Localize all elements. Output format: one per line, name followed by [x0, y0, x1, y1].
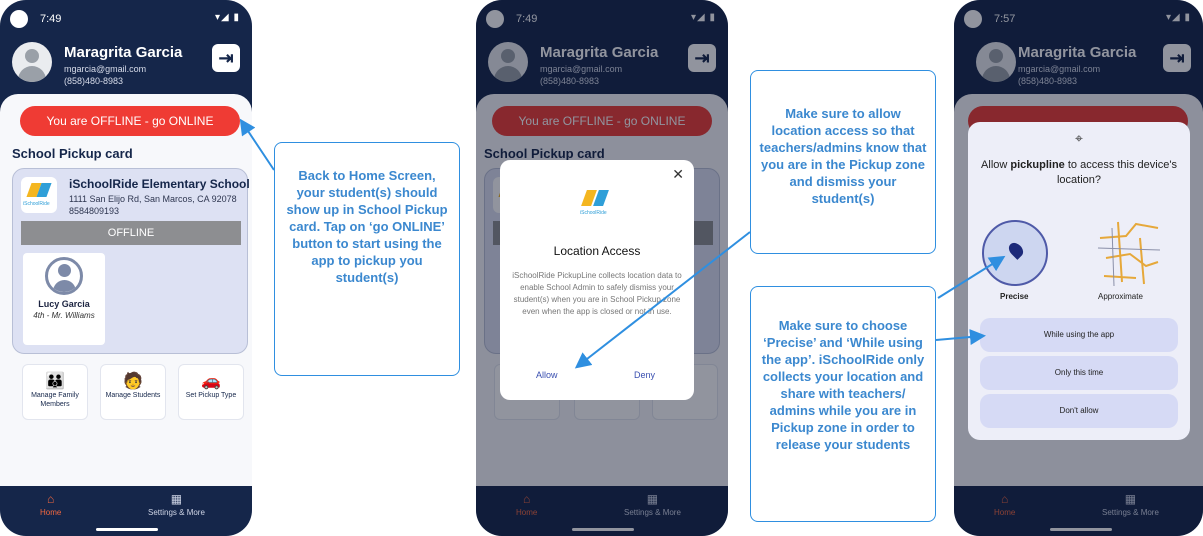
- grid-icon: ▦: [170, 492, 183, 506]
- dialog-body: iSchoolRide PickupLine collects location…: [512, 271, 682, 316]
- deny-button[interactable]: Deny: [634, 370, 655, 380]
- user-email: mgarcia@gmail.com: [64, 64, 147, 74]
- student-grade: 4th - Mr. Williams: [33, 311, 95, 320]
- school-name: iSchoolRide Elementary School: [69, 177, 250, 191]
- student-avatar: [45, 257, 83, 295]
- permission-question: Allow pickupline to access this device's…: [981, 159, 1177, 186]
- gesture-bar: [96, 528, 158, 531]
- user-name: Maragrita Garcia: [64, 44, 183, 61]
- app-name: pickupline: [1010, 159, 1065, 171]
- dialog-title: Location Access: [553, 244, 641, 258]
- action-label: Manage Family Members: [31, 392, 79, 408]
- approximate-label: Approximate: [1098, 292, 1143, 301]
- go-online-button[interactable]: You are OFFLINE - go ONLINE: [20, 106, 240, 136]
- manage-students-button[interactable]: 🧑 Manage Students: [100, 364, 166, 420]
- logout-icon[interactable]: ⇥: [212, 44, 240, 72]
- home-icon: ⌂: [47, 492, 55, 506]
- signal-battery-icon: ▾◢ ▮: [215, 12, 240, 23]
- location-permission-dialog: ⌖ Allow pickupline to access this device…: [968, 122, 1190, 440]
- logo-text: iSchoolRide: [580, 210, 607, 216]
- phone-location-dialog: 7:49 ▾◢ ▮ Maragrita Garcia mgarcia@gmail…: [476, 0, 728, 536]
- logo-text: iSchoolRide: [23, 201, 50, 207]
- callout-home-instructions: Back to Home Screen, your student(s) sho…: [274, 142, 460, 376]
- location-pin-icon: ⌖: [1075, 130, 1083, 146]
- close-icon[interactable]: ✕: [672, 166, 684, 183]
- car-icon: 🚗: [201, 373, 221, 390]
- manage-family-button[interactable]: 👪 Manage Family Members: [22, 364, 88, 420]
- phone-home-screen: 7:49 ▾◢ ▮ Maragrita Garcia mgarcia@gmail…: [0, 0, 252, 536]
- camera-icon: [10, 10, 28, 28]
- action-label: Set Pickup Type: [185, 392, 237, 399]
- family-icon: 👪: [45, 373, 65, 390]
- set-pickup-type-button[interactable]: 🚗 Set Pickup Type: [178, 364, 244, 420]
- nav-home[interactable]: ⌂ Home: [40, 492, 61, 517]
- only-this-time-button[interactable]: Only this time: [980, 356, 1178, 390]
- school-address: 1111 San Elijo Rd, San Marcos, CA 92078: [69, 194, 237, 204]
- approximate-map-option[interactable]: [1096, 218, 1162, 288]
- school-pickup-card: iSchoolRide iSchoolRide Elementary Schoo…: [12, 168, 250, 354]
- avatar[interactable]: [12, 42, 52, 82]
- action-label: Manage Students: [105, 392, 161, 399]
- student-tile[interactable]: Lucy Garcia 4th - Mr. Williams: [23, 253, 105, 345]
- section-title: School Pickup card: [12, 146, 133, 161]
- status-bar: 7:49 ▾◢ ▮: [0, 10, 252, 30]
- allow-button[interactable]: Allow: [536, 370, 558, 380]
- callout-location-access: Make sure to allow location access so th…: [750, 70, 936, 254]
- student-name: Lucy Garcia: [38, 299, 90, 309]
- while-using-app-button[interactable]: While using the app: [980, 318, 1178, 352]
- status-time: 7:49: [40, 13, 62, 25]
- location-access-dialog: ✕ iSchoolRide Location Access iSchoolRid…: [500, 160, 694, 400]
- bottom-nav: ⌂ Home ▦ Settings & More: [0, 486, 252, 536]
- precise-label: Precise: [1000, 292, 1029, 301]
- phone-permission-prompt: 7:57 ▾◢ ▮ Maragrita Garcia mgarcia@gmail…: [954, 0, 1203, 536]
- app-logo: iSchoolRide: [580, 190, 614, 220]
- location-marker-icon: [1006, 240, 1026, 260]
- nav-settings[interactable]: ▦ Settings & More: [148, 492, 205, 517]
- school-phone: 8584809193: [69, 206, 120, 216]
- offline-status-bar: OFFLINE: [21, 221, 241, 245]
- school-logo: iSchoolRide: [21, 177, 57, 213]
- user-phone: (858)480-8983: [64, 76, 124, 86]
- precise-map-option[interactable]: [982, 220, 1048, 286]
- callout-precise-location: Make sure to choose ‘Precise’ and ‘While…: [750, 286, 936, 522]
- dont-allow-button[interactable]: Don't allow: [980, 394, 1178, 428]
- students-icon: 🧑: [123, 373, 143, 390]
